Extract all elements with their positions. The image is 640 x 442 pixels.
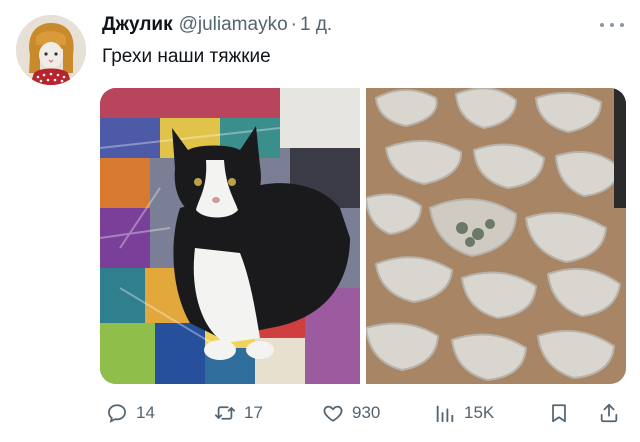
more-dot bbox=[600, 23, 604, 27]
photo-cat-on-quilt[interactable] bbox=[100, 88, 360, 384]
media-grid bbox=[100, 88, 626, 384]
author-name[interactable]: Джулик bbox=[102, 14, 173, 36]
share-icon bbox=[600, 403, 618, 423]
views-button[interactable]: 15K bbox=[434, 398, 494, 428]
retweet-icon bbox=[214, 406, 236, 420]
more-dot bbox=[620, 23, 624, 27]
views-chart-icon bbox=[436, 405, 454, 423]
avatar[interactable] bbox=[16, 15, 86, 85]
reply-icon bbox=[108, 404, 126, 423]
more-options-icon[interactable] bbox=[600, 18, 624, 32]
share-button[interactable] bbox=[598, 398, 620, 428]
bookmark-button[interactable] bbox=[548, 398, 570, 428]
tweet-timestamp[interactable]: 1 д. bbox=[300, 14, 332, 36]
heart-icon bbox=[323, 405, 343, 422]
retweet-button[interactable]: 17 bbox=[214, 398, 263, 428]
views-count: 15K bbox=[464, 403, 495, 422]
photo-dumplings[interactable] bbox=[366, 88, 626, 384]
separator-dot: · bbox=[290, 14, 297, 35]
more-dot bbox=[610, 23, 614, 27]
like-button[interactable]: 930 bbox=[322, 398, 380, 428]
bookmark-icon bbox=[552, 404, 566, 423]
reply-button[interactable]: 14 bbox=[106, 398, 155, 428]
retweet-count: 17 bbox=[244, 403, 263, 422]
tweet-text: Грехи наши тяжкие bbox=[102, 46, 271, 67]
reply-count: 14 bbox=[136, 403, 155, 422]
like-count: 930 bbox=[352, 403, 381, 422]
tweet-actions: 14 17 930 15K bbox=[100, 398, 630, 428]
author-handle[interactable]: @juliamayko bbox=[179, 14, 288, 36]
tweet-header: Джулик @juliamayko · 1 д. bbox=[102, 14, 620, 40]
